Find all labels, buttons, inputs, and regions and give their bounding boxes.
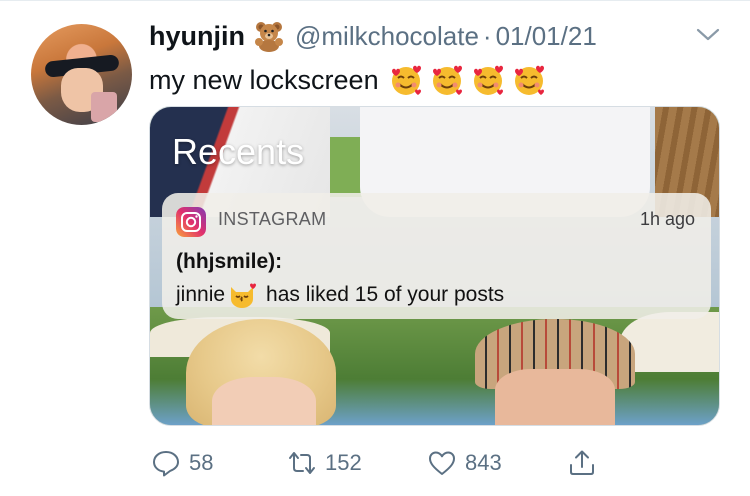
retweet-button[interactable]: 152 (287, 446, 362, 480)
tweet-emojis (389, 63, 553, 97)
like-count: 843 (465, 450, 502, 475)
retweet-count: 152 (325, 450, 362, 475)
smiling-face-with-hearts-icon (514, 65, 544, 95)
chevron-down-icon[interactable] (695, 26, 721, 44)
kissing-cat-face-icon (231, 283, 257, 308)
avatar-phone (91, 92, 117, 122)
retweet-icon (289, 452, 315, 474)
notification-message: jinnie has liked 15 of your posts (176, 281, 504, 309)
notification-message-suffix: has liked 15 of your posts (266, 283, 505, 306)
top-divider (0, 0, 750, 1)
user-handle[interactable]: @milkchocolate (295, 21, 479, 52)
tweet-header: hyunjin @milkchocolate · 01/01/21 (149, 16, 597, 56)
smiling-face-with-hearts-icon (432, 65, 462, 95)
instagram-notification: INSTAGRAM 1h ago (hhjsmile): jinnie has … (162, 193, 711, 319)
tweet-text: my new lockscreen (149, 60, 553, 100)
header-separator: · (482, 20, 492, 51)
smiling-face-with-hearts-icon (391, 65, 421, 95)
display-name[interactable]: hyunjin (149, 21, 245, 52)
tweet-actions: 58 152 843 (149, 446, 720, 480)
smiling-face-with-hearts-icon (473, 65, 503, 95)
reply-icon (153, 451, 179, 477)
notification-app-name: INSTAGRAM (218, 209, 327, 229)
teddy-bear-emoji-icon (255, 22, 283, 52)
instagram-icon (176, 207, 206, 237)
recents-label: Recents (172, 131, 305, 172)
tweet-media-image[interactable]: Recents INSTAGRAM 1h ago (hhjsmile): jin… (149, 106, 720, 426)
reply-button[interactable]: 58 (151, 446, 213, 480)
photo-person-right-face (495, 369, 615, 425)
share-icon (570, 450, 594, 475)
photo-bg-umbrella-right (620, 312, 719, 372)
avatar[interactable] (31, 24, 132, 125)
notification-message-prefix: jinnie (176, 283, 226, 306)
notification-time: 1h ago (639, 209, 695, 229)
photo-person-left-face (212, 377, 316, 425)
like-button[interactable]: 843 (427, 446, 502, 480)
like-icon (429, 451, 455, 475)
share-button[interactable] (567, 446, 605, 480)
tweet-text-content: my new lockscreen (149, 64, 379, 95)
tweet-date[interactable]: 01/01/21 (496, 21, 597, 52)
notification-sender: (hhjsmile): (176, 250, 283, 273)
reply-count: 58 (189, 450, 214, 475)
